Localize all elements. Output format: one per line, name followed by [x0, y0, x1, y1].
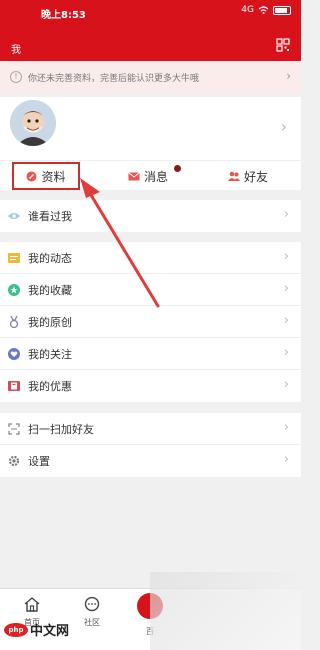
tab-friends[interactable]: 好友	[228, 161, 268, 191]
signal-indicator: 4G	[241, 5, 254, 15]
page-title: 我	[11, 45, 21, 56]
tab-label: 资料	[41, 169, 66, 184]
chevron-right-icon: ›	[283, 377, 289, 392]
chat-icon	[84, 596, 100, 612]
medal-icon	[8, 315, 20, 328]
list-item-label: 设置	[28, 455, 50, 468]
list-item-my-coupons[interactable]: 我的优惠 ›	[0, 370, 301, 402]
profile-icon	[26, 171, 37, 181]
notice-text: 你还未完善资料，完善后能认识更多大牛哦	[28, 73, 200, 84]
home-icon	[24, 597, 40, 612]
unread-badge	[174, 165, 181, 172]
tab-label: 消息	[144, 169, 169, 184]
list-item-my-following[interactable]: 我的关注 ›	[0, 338, 301, 370]
gear-icon	[8, 455, 20, 467]
list-item-who-viewed-me[interactable]: 谁看过我 ›	[0, 200, 301, 232]
list-item-label: 我的动态	[28, 251, 72, 265]
mail-icon	[128, 171, 140, 180]
scan-icon	[8, 422, 20, 435]
chevron-right-icon: ›	[283, 452, 289, 467]
my-content-group: 我的动态 › 我的收藏 › 我的原创 › 我的关注 › 我的优惠 ›	[0, 242, 301, 402]
list-item-label: 我的关注	[28, 347, 72, 361]
chevron-right-icon: ›	[283, 249, 289, 264]
wifi-icon	[258, 6, 269, 14]
list-item-my-feed[interactable]: 我的动态 ›	[0, 242, 301, 274]
profile-completion-notice[interactable]: ! 你还未完善资料，完善后能认识更多大牛哦 ›	[0, 61, 301, 93]
avatar[interactable]	[10, 100, 56, 146]
nav-community[interactable]: 社区	[72, 596, 112, 628]
status-bar: 晚上8:53 4G	[0, 0, 301, 22]
watermark: php 中文网	[4, 620, 69, 639]
watermark-text: 中文网	[30, 624, 70, 639]
watermark-blur	[150, 572, 301, 650]
heart-icon	[8, 347, 20, 360]
tab-profile[interactable]: 资料	[12, 162, 80, 190]
status-icons: 4G	[241, 5, 291, 15]
tab-label: 好友	[244, 169, 269, 184]
list-item-label: 我的收藏	[28, 283, 72, 297]
chevron-right-icon: ›	[283, 281, 289, 296]
settings-group: 扫一扫加好友 › 设置 ›	[0, 413, 301, 477]
profile-tabs: 资料 消息 好友	[0, 160, 301, 190]
list-item-settings[interactable]: 设置 ›	[0, 445, 301, 477]
profile-card[interactable]: ›	[0, 97, 301, 160]
php-logo-icon: php	[4, 622, 28, 637]
chevron-right-icon: ›	[283, 207, 289, 222]
app-header: 晚上8:53 4G 我	[0, 0, 301, 61]
chevron-right-icon: ›	[280, 117, 287, 136]
friends-icon	[228, 171, 240, 181]
visitors-group: 谁看过我 ›	[0, 200, 301, 232]
qr-scan-icon[interactable]	[276, 38, 290, 52]
list-item-label: 我的原创	[28, 315, 72, 329]
eye-icon	[8, 210, 20, 222]
info-icon: !	[10, 71, 22, 83]
list-item-my-originals[interactable]: 我的原创 ›	[0, 306, 301, 338]
list-item-label: 扫一扫加好友	[28, 422, 94, 436]
nav-label: 社区	[84, 618, 100, 627]
list-item-my-favorites[interactable]: 我的收藏 ›	[0, 274, 301, 306]
tab-messages[interactable]: 消息	[128, 161, 168, 191]
battery-icon	[273, 5, 291, 15]
coupon-icon	[8, 380, 20, 392]
chevron-right-icon: ›	[286, 69, 291, 83]
list-item-label: 谁看过我	[28, 210, 72, 223]
list-item-scan-add-friend[interactable]: 扫一扫加好友 ›	[0, 413, 301, 445]
chevron-right-icon: ›	[283, 313, 289, 328]
chevron-right-icon: ›	[283, 420, 289, 435]
feed-icon	[8, 252, 20, 264]
star-icon	[8, 283, 20, 296]
list-item-label: 我的优惠	[28, 380, 72, 393]
avatar-cartoon-icon	[10, 100, 56, 146]
chevron-right-icon: ›	[283, 345, 289, 360]
